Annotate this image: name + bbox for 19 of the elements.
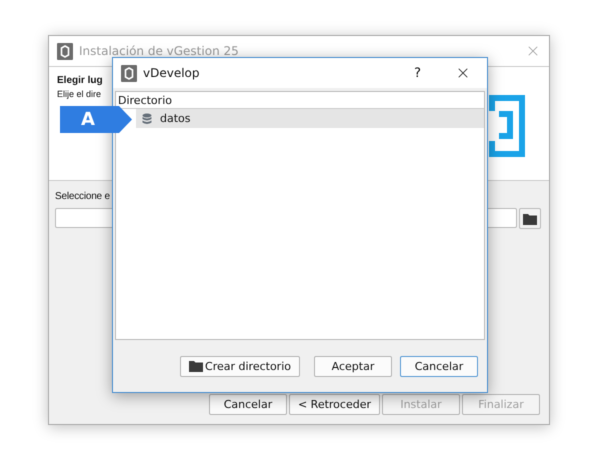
page-heading: Elegir lug xyxy=(57,75,103,86)
folder-icon xyxy=(523,212,537,224)
path-label: Seleccione e xyxy=(55,191,111,202)
database-icon xyxy=(142,112,152,124)
dialog-button[interactable]: Cancelar xyxy=(400,356,478,376)
callout-marker: A xyxy=(60,106,132,133)
window-title: Instalación de vGestion 25 xyxy=(79,44,240,58)
page-description: Elije el dire xyxy=(57,89,102,99)
dialog-button[interactable]: Crear directorio xyxy=(180,356,300,376)
dialog-button[interactable]: Aceptar xyxy=(314,356,392,376)
wizard-button[interactable]: Cancelar xyxy=(208,394,287,415)
browse-button[interactable] xyxy=(519,208,541,229)
dialog-title: vDevelop xyxy=(143,66,201,80)
tree-item[interactable]: datos xyxy=(136,109,484,128)
wizard-button[interactable]: < Retroceder xyxy=(288,394,380,415)
folder-icon xyxy=(189,360,204,372)
app-logo-icon xyxy=(121,64,137,82)
app-logo-icon xyxy=(57,42,73,60)
help-button[interactable]: ? xyxy=(414,66,421,80)
